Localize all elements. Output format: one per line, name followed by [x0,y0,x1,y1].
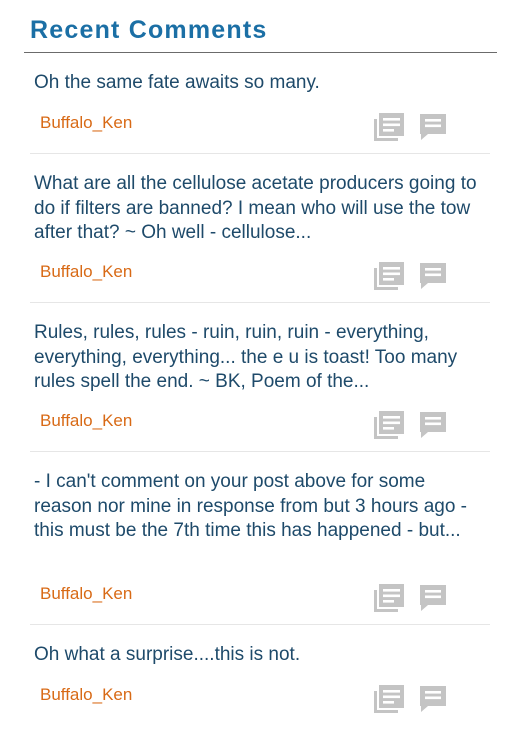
comment-meta: Buffalo_Ken [30,582,490,614]
comment-excerpt-link[interactable]: Rules, rules, rules - ruin, ruin, ruin -… [30,303,490,395]
comment-author-link[interactable]: Buffalo_Ken [40,685,132,705]
comment-bubble-icon[interactable] [416,111,450,143]
comment-author-link[interactable]: Buffalo_Ken [40,262,132,282]
comment-bubble-icon[interactable] [416,409,450,441]
comment-meta: Buffalo_Ken [30,111,490,143]
comment-meta: Buffalo_Ken [30,683,490,715]
comment-item: Rules, rules, rules - ruin, ruin, ruin -… [30,303,490,452]
comment-author-link[interactable]: Buffalo_Ken [40,411,132,431]
comment-bubble-icon[interactable] [416,582,450,614]
comment-meta: Buffalo_Ken [30,260,490,292]
comment-item: Oh what a surprise....this is not. Buffa… [30,625,490,725]
article-icon[interactable] [372,260,406,292]
article-icon[interactable] [372,111,406,143]
comment-bubble-icon[interactable] [416,260,450,292]
comment-item: - I can't comment on your post above for… [30,452,490,625]
article-icon[interactable] [372,582,406,614]
article-icon[interactable] [372,409,406,441]
comment-excerpt-link[interactable]: - I can't comment on your post above for… [30,452,490,544]
comment-excerpt-link[interactable]: Oh what a surprise....this is not. [30,625,490,668]
comment-bubble-icon[interactable] [416,683,450,715]
comment-excerpt-link[interactable]: Oh the same fate awaits so many. [30,53,490,96]
comment-meta: Buffalo_Ken [30,409,490,441]
comment-excerpt-link[interactable]: What are all the cellulose acetate produ… [30,154,490,246]
comment-list: Oh the same fate awaits so many. Buffalo… [24,53,490,725]
article-icon[interactable] [372,683,406,715]
comment-author-link[interactable]: Buffalo_Ken [40,584,132,604]
comment-item: What are all the cellulose acetate produ… [30,154,490,303]
widget-title: Recent Comments [24,0,497,53]
comment-author-link[interactable]: Buffalo_Ken [40,113,132,133]
comment-item: Oh the same fate awaits so many. Buffalo… [30,53,490,154]
recent-comments-widget: Recent Comments Oh the same fate awaits … [24,0,497,725]
